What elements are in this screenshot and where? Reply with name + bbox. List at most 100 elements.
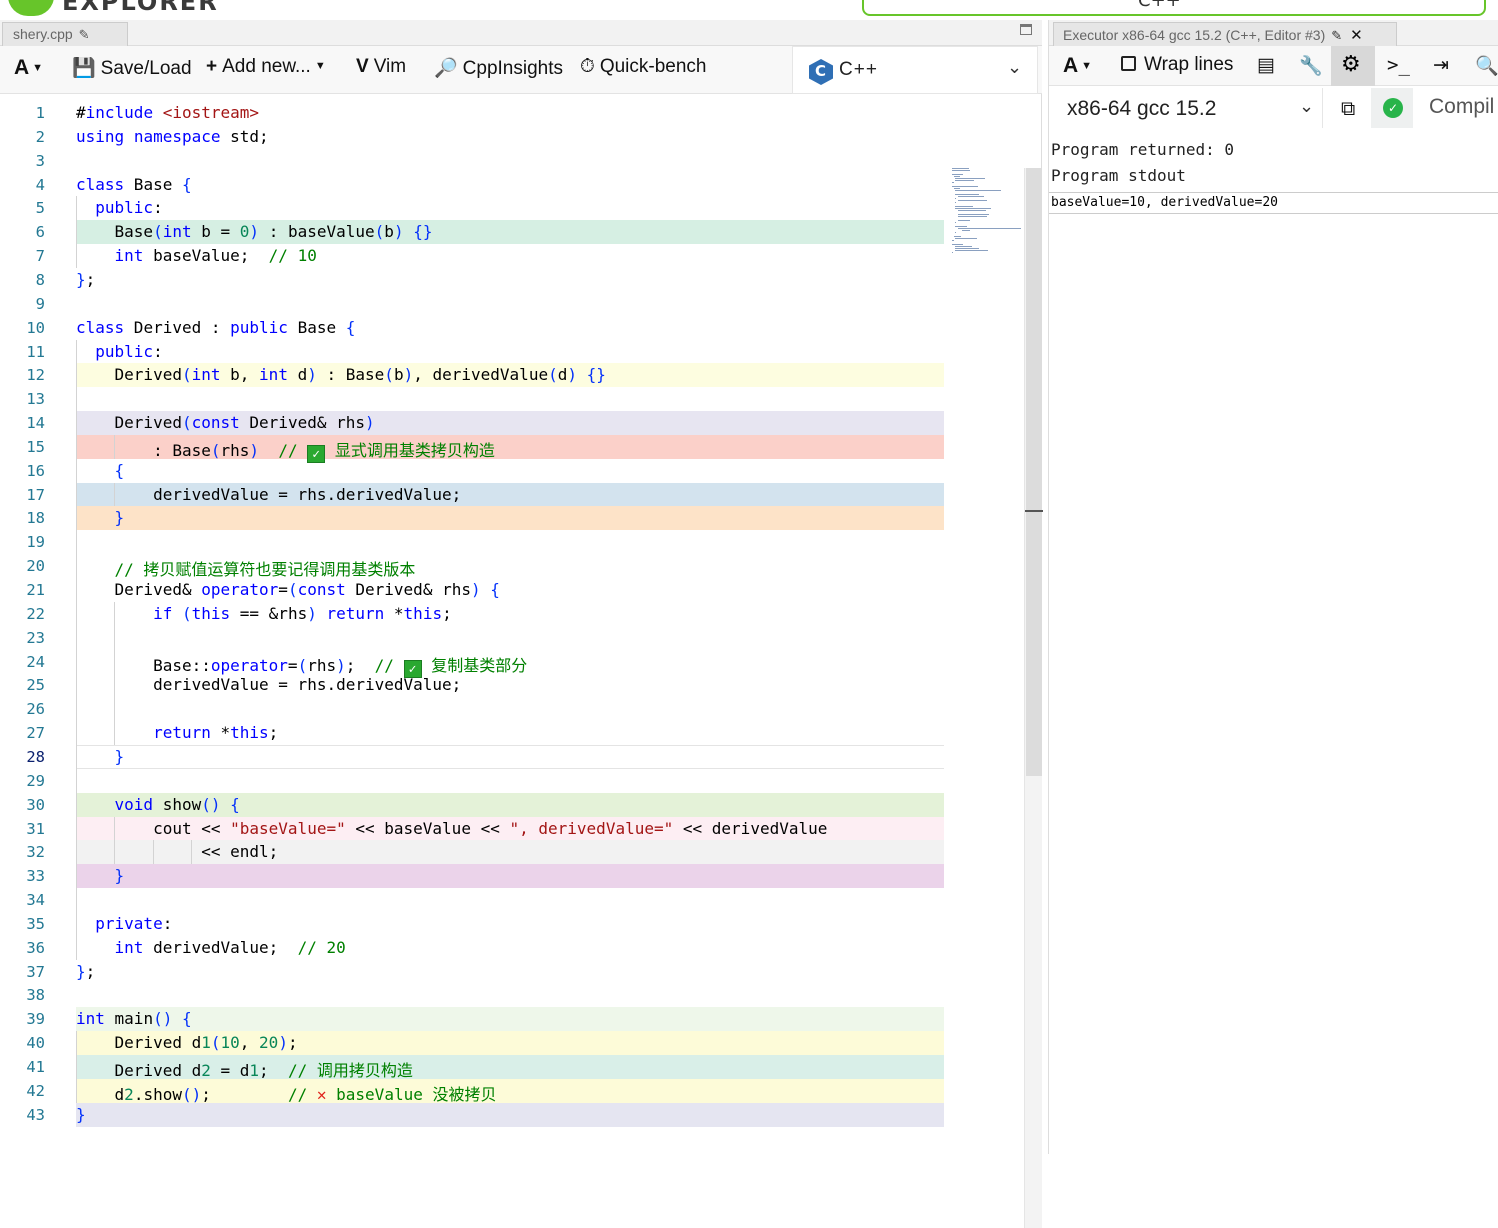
font-size-button[interactable]: A ▼ [14, 56, 43, 80]
terminal-icon[interactable]: >_ [1387, 54, 1410, 76]
wrap-lines-toggle[interactable]: Wrap lines [1121, 54, 1233, 76]
code-line[interactable]: 24 Base::operator=(rhs); // ✓ 复制基类部分 [0, 649, 950, 678]
code-line[interactable]: 36 int derivedValue; // 20 [0, 935, 950, 960]
line-number: 7 [35, 247, 45, 266]
code-text: class Base { [76, 174, 192, 194]
code-line[interactable]: 35 private: [0, 911, 950, 936]
code-line[interactable]: 19 [0, 530, 950, 555]
code-line[interactable]: 18 } [0, 506, 950, 531]
cppinsights-button[interactable]: 🔎 CppInsights [434, 56, 563, 80]
code-line[interactable]: 4 class Base { [0, 173, 950, 197]
code-line[interactable]: 2 using namespace std; [0, 125, 950, 149]
editor-tab[interactable]: shery.cpp ✎ [2, 22, 128, 46]
code-line[interactable]: 38 [0, 983, 950, 1007]
code-line[interactable]: 6 Base(int b = 0) : baseValue(b) {} [0, 220, 950, 245]
code-line[interactable]: 20 // 拷贝赋值运算符也要记得调用基类版本 [0, 554, 950, 579]
code-line[interactable]: 28 } [0, 744, 950, 769]
code-line[interactable]: 3 [0, 149, 950, 173]
scrollbar-thumb[interactable] [1026, 168, 1042, 776]
code-text: Derived& operator=(const Derived& rhs) { [76, 580, 500, 599]
code-line[interactable]: 5 public: [0, 196, 950, 221]
code-line[interactable]: 43} [0, 1102, 950, 1127]
code-line[interactable]: 22 if (this == &rhs) return *this; [0, 601, 950, 626]
minimap-line [955, 194, 980, 195]
minimap-line [958, 200, 988, 201]
executor-tab[interactable]: Executor x86-64 gcc 15.2 (C++, Editor #3… [1053, 22, 1397, 46]
code-line[interactable]: 39 int main() { [0, 1007, 950, 1032]
code-line[interactable]: 37}; [0, 960, 950, 984]
executor-tab-bar: Executor x86-64 gcc 15.2 (C++, Editor #3… [1049, 20, 1498, 46]
maximize-icon[interactable] [1020, 24, 1032, 35]
code-line[interactable]: 29 [0, 768, 950, 793]
code-text: }; [76, 961, 96, 981]
minimap-line [955, 248, 980, 249]
minimap[interactable] [952, 168, 1024, 258]
popout-icon[interactable]: ⧉ [1341, 96, 1355, 120]
code-text: Derived(int b, int d) : Base(b), derived… [76, 365, 606, 385]
book-icon[interactable]: ▤ [1257, 54, 1275, 77]
close-icon[interactable]: ✕ [1350, 27, 1363, 44]
code-line[interactable]: 41 Derived d2 = d1; // 调用拷贝构造 [0, 1055, 950, 1080]
editor-scrollbar[interactable] [1024, 168, 1043, 1228]
code-line[interactable]: 12 Derived(int b, int d) : Base(b), deri… [0, 363, 950, 388]
gears-icon: ⚙ [1341, 52, 1361, 77]
add-new-button[interactable]: + Add new... ▼ [206, 56, 326, 78]
code-line[interactable]: 32 << endl; [0, 840, 950, 865]
indent-guide [76, 625, 77, 650]
minimap-line [952, 182, 954, 183]
code-text: void show() { [114, 794, 240, 814]
code-line[interactable]: 16 { [0, 458, 950, 483]
code-line[interactable]: 15 : Base(rhs) // ✓ 显式调用基类拷贝构造 [0, 434, 950, 463]
pencil-icon[interactable]: ✎ [1331, 28, 1342, 43]
compile-status[interactable]: ✓ [1371, 88, 1413, 128]
checkbox-icon[interactable] [1121, 56, 1136, 71]
code-line[interactable]: 21 Derived& operator=(const Derived& rhs… [0, 578, 950, 602]
compile-button[interactable]: Compil [1429, 95, 1494, 119]
code-line[interactable]: 8}; [0, 268, 950, 292]
sign-in-icon[interactable]: ⇥ [1433, 54, 1449, 77]
code-line[interactable]: 11 public: [0, 339, 950, 364]
executor-font-size-button[interactable]: A ▼ [1063, 54, 1092, 78]
code-line[interactable]: 42 d2.show(); // ✕ baseValue 没被拷贝 [0, 1078, 950, 1104]
code-line[interactable]: 14 Derived(const Derived& rhs) [0, 411, 950, 436]
code-line[interactable]: 40 Derived d1(10, 20); [0, 1031, 950, 1056]
line-number: 3 [35, 151, 45, 170]
indent-guide [76, 387, 77, 412]
line-number: 34 [26, 891, 45, 910]
code-line[interactable]: 26 [0, 697, 950, 722]
code-line[interactable]: 23 [0, 625, 950, 650]
code-line[interactable]: 27 return *this; [0, 721, 950, 746]
code-line[interactable]: 10 class Derived : public Base { [0, 316, 950, 340]
save-load-button[interactable]: 💾 Save/Load [72, 56, 192, 80]
code-line[interactable]: 25 derivedValue = rhs.derivedValue; [0, 673, 950, 698]
line-number: 11 [26, 342, 45, 361]
caret-down-icon: ▼ [32, 62, 44, 74]
line-number: 35 [26, 914, 45, 933]
floppy-disk-icon: 💾 [72, 58, 96, 79]
code-line[interactable]: 30 void show() { [0, 792, 950, 817]
minimap-line [955, 226, 967, 227]
minimap-line [952, 252, 953, 253]
pencil-icon[interactable]: ✎ [79, 27, 90, 42]
settings-button[interactable]: ⚙ [1331, 46, 1375, 86]
wrench-icon[interactable]: 🔧 [1299, 54, 1323, 78]
indent-guide [76, 530, 77, 555]
code-line[interactable]: 13 [0, 387, 950, 412]
code-line[interactable]: 9 [0, 292, 950, 316]
line-highlight [76, 506, 944, 531]
code-line[interactable]: 7 int baseValue; // 10 [0, 244, 950, 269]
code-line[interactable]: 33 } [0, 864, 950, 889]
code-line[interactable]: 31 cout << "baseValue=" << baseValue << … [0, 816, 950, 841]
compiler-select[interactable]: x86-64 gcc 15.2 ⌄ [1053, 88, 1323, 128]
code-line[interactable]: 34 [0, 888, 950, 913]
minimap-line [952, 186, 979, 187]
search-icon[interactable]: 🔍 [1475, 54, 1498, 78]
vim-button[interactable]: V Vim [356, 56, 406, 78]
stdout-text: baseValue=10, derivedValue=20 [1051, 195, 1278, 210]
code-line[interactable]: 17 derivedValue = rhs.derivedValue; [0, 482, 950, 507]
language-select[interactable]: C C++ ⌄ [792, 46, 1038, 94]
code-editor[interactable]: 1 #include <iostream> 2 using namespace std… [0, 94, 1043, 1228]
code-line[interactable]: 1 #include <iostream> [0, 101, 950, 125]
quickbench-button[interactable]: ⏱ Quick-bench [580, 56, 707, 78]
code-text: #include <iostream> [76, 103, 260, 122]
